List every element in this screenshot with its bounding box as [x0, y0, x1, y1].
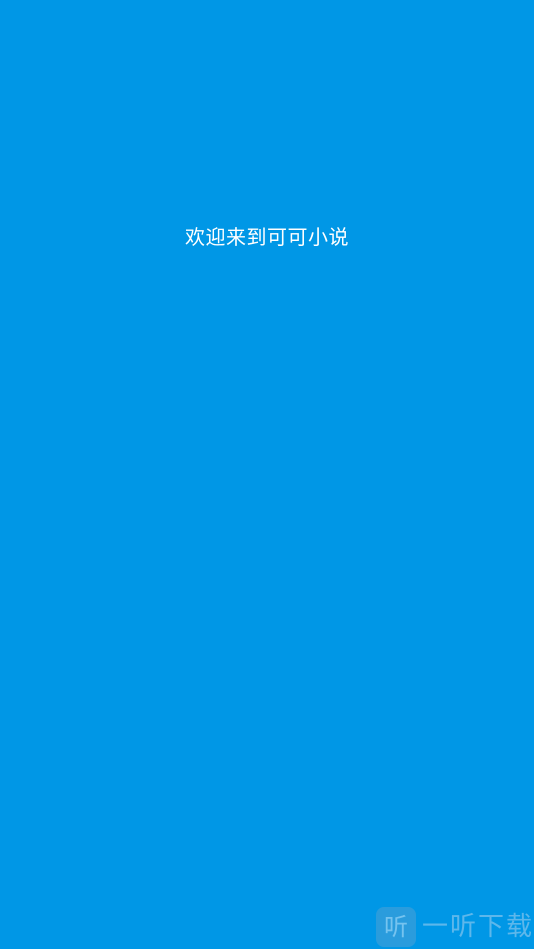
- watermark-text: 一听下载: [421, 912, 534, 942]
- splash-screen: 欢迎来到可可小说 听 一听下载: [0, 0, 534, 949]
- watermark-logo-glyph: 听: [383, 913, 408, 941]
- welcome-message: 欢迎来到可可小说: [185, 225, 349, 249]
- watermark-logo-icon: 听: [375, 907, 416, 947]
- watermark: 听 一听下载: [375, 905, 534, 949]
